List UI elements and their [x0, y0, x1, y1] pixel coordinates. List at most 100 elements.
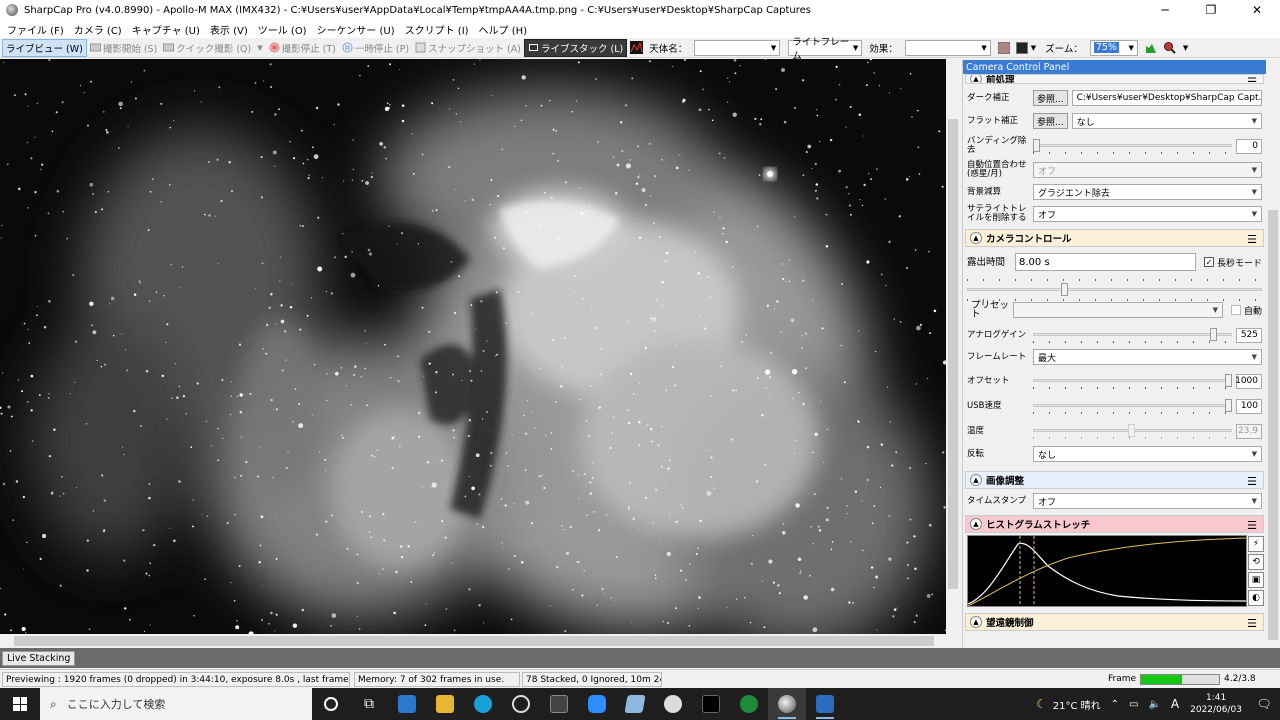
- taskbar-clock[interactable]: 1:41 2022/06/03: [1184, 692, 1248, 716]
- exposure-input[interactable]: 8.00 s: [1015, 253, 1196, 271]
- close-button[interactable]: ✕: [1234, 0, 1280, 20]
- banding-value[interactable]: 0: [1236, 138, 1262, 154]
- mail-icon[interactable]: [388, 688, 426, 720]
- flip-select[interactable]: なし ▼: [1033, 446, 1262, 462]
- tray-overflow-icon[interactable]: ⌃: [1106, 699, 1124, 710]
- chevron-up-icon[interactable]: ▲: [970, 75, 982, 83]
- satellite-trail-select[interactable]: オフ ▼: [1033, 206, 1262, 222]
- sharpcap-taskbar-icon[interactable]: [768, 688, 806, 720]
- image-vertical-scrollbar[interactable]: [946, 59, 960, 634]
- menu-view[interactable]: 表示 (V): [205, 22, 253, 37]
- hamburger-icon[interactable]: ☰: [1247, 475, 1257, 488]
- chevron-down-icon[interactable]: ▼: [257, 44, 262, 52]
- contrast-icon[interactable]: ◐: [1248, 590, 1264, 606]
- offset-value[interactable]: 1000: [1235, 373, 1262, 389]
- zoom-select[interactable]: 75% ▼: [1089, 39, 1138, 56]
- paint-app-icon[interactable]: [654, 688, 692, 720]
- network-icon[interactable]: ▭: [1124, 699, 1143, 710]
- menu-tools[interactable]: ツール (O): [253, 22, 312, 37]
- gain-slider[interactable]: [1033, 327, 1232, 343]
- hamburger-icon[interactable]: ☰: [1247, 519, 1257, 532]
- edge-browser-icon[interactable]: [464, 688, 502, 720]
- color-picker-icon[interactable]: [1015, 41, 1028, 54]
- snapshot-button[interactable]: スナップショット (A): [412, 39, 524, 57]
- color-swatch-icon[interactable]: [997, 41, 1010, 54]
- start-capture-button[interactable]: 撮影開始 (S): [87, 39, 160, 57]
- notes-app-icon[interactable]: [616, 688, 654, 720]
- preset-select[interactable]: ▼: [1013, 302, 1223, 318]
- usb-speed-value[interactable]: 100: [1236, 398, 1262, 414]
- phd-guiding-icon[interactable]: [730, 688, 768, 720]
- offset-slider[interactable]: [1033, 373, 1232, 389]
- menu-scripting[interactable]: スクリプト (I): [400, 22, 474, 37]
- photos-app-icon[interactable]: [806, 688, 844, 720]
- auto-checkbox[interactable]: 自動: [1230, 304, 1262, 317]
- chevron-up-icon[interactable]: ▲: [970, 474, 982, 486]
- minimize-button[interactable]: ─: [1142, 0, 1188, 20]
- target-name-input[interactable]: ▼: [694, 39, 781, 56]
- hamburger-icon[interactable]: ☰: [1247, 75, 1257, 83]
- start-button[interactable]: [0, 688, 40, 720]
- hamburger-icon[interactable]: ☰: [1247, 233, 1257, 246]
- histogram-icon[interactable]: [1145, 42, 1157, 54]
- chevron-up-icon[interactable]: ▲: [970, 232, 982, 244]
- panel-scrollbar[interactable]: [1266, 60, 1280, 648]
- maximize-button[interactable]: ❐: [1188, 0, 1234, 20]
- histogram-toggle-icon[interactable]: [630, 41, 644, 54]
- checkbox-box[interactable]: ✓: [1203, 257, 1214, 267]
- menu-camera[interactable]: カメラ (C): [69, 22, 127, 37]
- hamburger-icon[interactable]: ☰: [1247, 617, 1257, 630]
- flat-browse-button[interactable]: 参照...: [1033, 113, 1068, 129]
- zoom-app-icon[interactable]: [578, 688, 616, 720]
- quick-capture-button[interactable]: クイック撮影 (Q) ▼: [160, 39, 265, 57]
- dark-correction-select[interactable]: C:¥Users¥user¥Desktop¥SharpCap Capt...▼: [1071, 90, 1262, 106]
- chevron-down-icon[interactable]: ▼: [1031, 44, 1036, 52]
- section-histogram-header[interactable]: ▲ ヒストグラムストレッチ ☰: [965, 515, 1264, 533]
- menu-sequencer[interactable]: シーケンサー (U): [312, 22, 400, 37]
- menu-capture[interactable]: キャプチャ (U): [127, 22, 205, 37]
- usb-speed-slider[interactable]: [1033, 398, 1232, 414]
- auto-align-select[interactable]: オフ ▼: [1033, 162, 1262, 178]
- section-image-adjust-header[interactable]: ▲ 画像調整 ☰: [965, 471, 1264, 489]
- pause-button[interactable]: 一時停止 (P): [339, 39, 412, 57]
- checkbox-box[interactable]: [1230, 305, 1241, 315]
- slider-knob[interactable]: [1225, 399, 1232, 412]
- exposure-slider[interactable]: [967, 279, 1262, 301]
- terminal-app-icon[interactable]: [692, 688, 730, 720]
- chevron-down-icon[interactable]: ▼: [1183, 44, 1188, 52]
- background-subtraction-select[interactable]: グラジエント除去 ▼: [1033, 184, 1262, 200]
- menu-help[interactable]: ヘルプ (H): [474, 22, 533, 37]
- menu-file[interactable]: ファイル (F): [2, 22, 69, 37]
- weather-widget[interactable]: ☾ 21°C 晴れ: [1031, 697, 1106, 712]
- notification-icon[interactable]: 🗨: [1248, 697, 1280, 711]
- banding-slider[interactable]: [1033, 138, 1232, 154]
- flat-correction-select[interactable]: なし ▼: [1071, 113, 1262, 129]
- chevron-up-icon[interactable]: ▲: [970, 616, 982, 628]
- slider-knob[interactable]: [1033, 139, 1040, 152]
- section-preprocess-header[interactable]: ▲ 前処理 ☰: [965, 74, 1264, 84]
- scrollbar-thumb[interactable]: [948, 119, 958, 589]
- live-view-button[interactable]: ライブビュー (W): [2, 38, 87, 57]
- zoom-magnifier-icon[interactable]: [1163, 41, 1176, 54]
- gain-value[interactable]: 525: [1236, 327, 1262, 343]
- slider-knob[interactable]: [1061, 283, 1068, 296]
- framerate-select[interactable]: 最大 ▼: [1033, 349, 1262, 365]
- slider-knob[interactable]: [1209, 328, 1217, 341]
- sync-app-icon[interactable]: [502, 688, 540, 720]
- scrollbar-thumb[interactable]: [14, 636, 934, 646]
- live-stacking-tab[interactable]: Live Stacking: [2, 651, 76, 666]
- save-icon[interactable]: ▣: [1248, 572, 1264, 588]
- live-stack-button[interactable]: ライブスタック (L): [523, 38, 628, 57]
- section-camera-controls-header[interactable]: ▲ カメラコントロール ☰: [965, 229, 1264, 247]
- cortana-icon[interactable]: [312, 688, 350, 720]
- ime-indicator[interactable]: A: [1166, 697, 1184, 711]
- slider-knob[interactable]: [1225, 374, 1232, 387]
- task-view-icon[interactable]: ⧉: [350, 688, 388, 720]
- image-viewport[interactable]: [0, 59, 946, 634]
- effect-select[interactable]: ▼: [904, 39, 991, 56]
- chevron-up-icon[interactable]: ▲: [970, 518, 982, 530]
- file-explorer-icon[interactable]: [426, 688, 464, 720]
- volume-icon[interactable]: 🔈: [1143, 699, 1165, 710]
- dark-browse-button[interactable]: 参照...: [1033, 90, 1068, 106]
- reset-icon[interactable]: ⟲: [1248, 554, 1264, 570]
